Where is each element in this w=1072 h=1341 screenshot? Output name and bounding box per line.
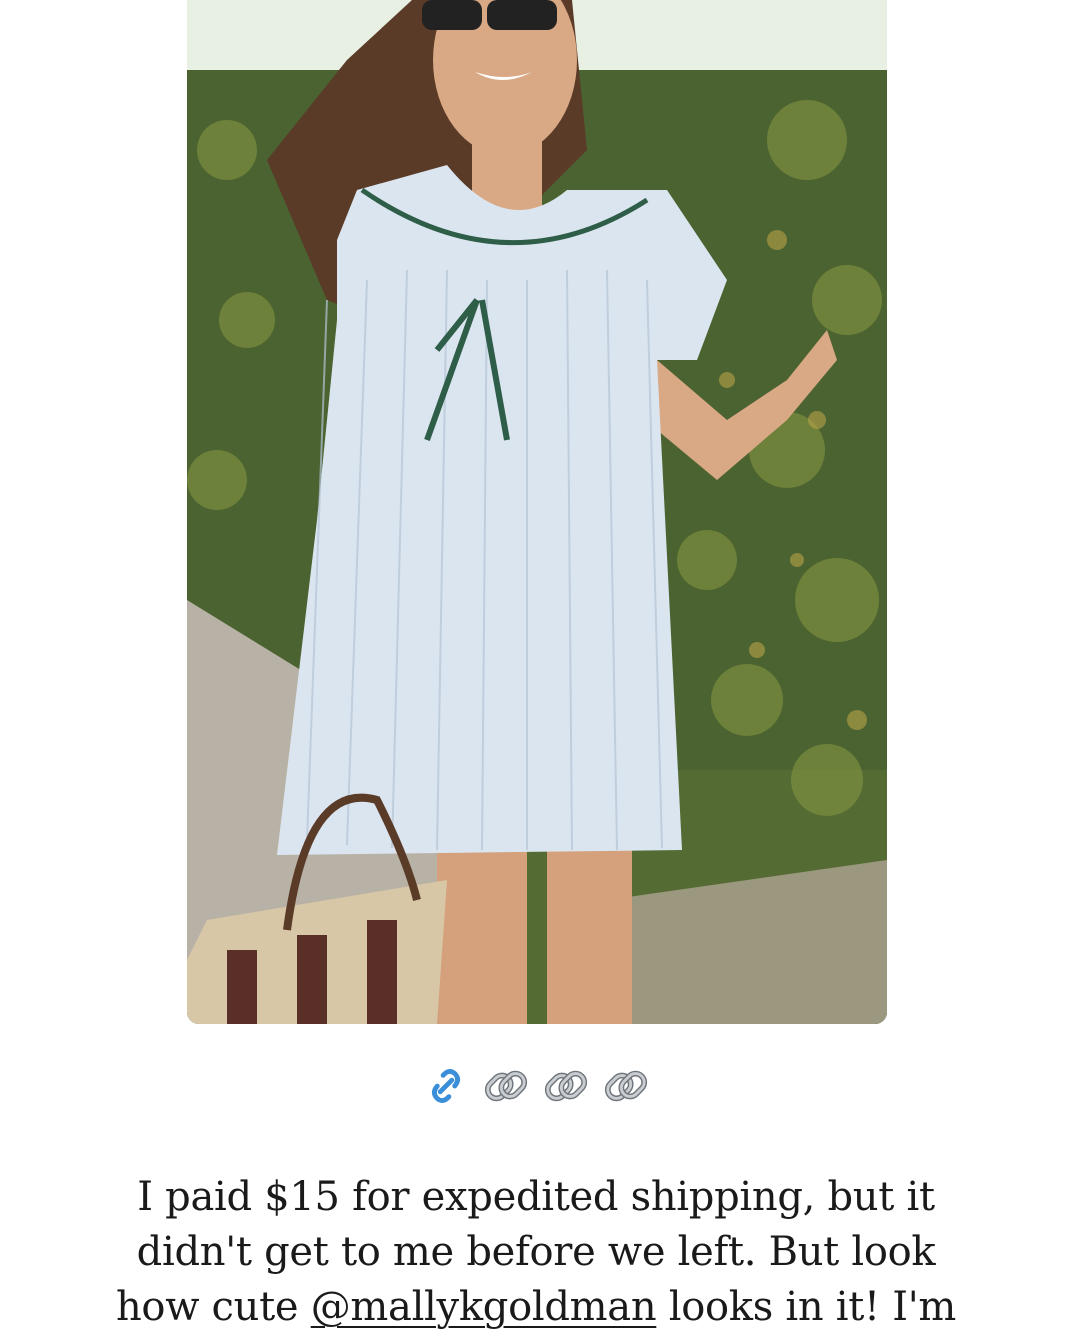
chain-link-icon xyxy=(597,1057,655,1115)
link-emoji-row xyxy=(0,1055,1072,1117)
mention-link[interactable]: @mallykgoldman xyxy=(311,1284,657,1330)
chain-link-icon xyxy=(537,1057,595,1115)
link-icon xyxy=(417,1057,475,1115)
post-photo[interactable] xyxy=(187,0,887,1024)
chain-link-icon xyxy=(477,1057,535,1115)
caption-text-continued: looks in it! I'm xyxy=(656,1284,957,1330)
post-caption: I paid $15 for expedited shipping, but i… xyxy=(100,1170,972,1335)
photo-image xyxy=(187,0,887,1024)
